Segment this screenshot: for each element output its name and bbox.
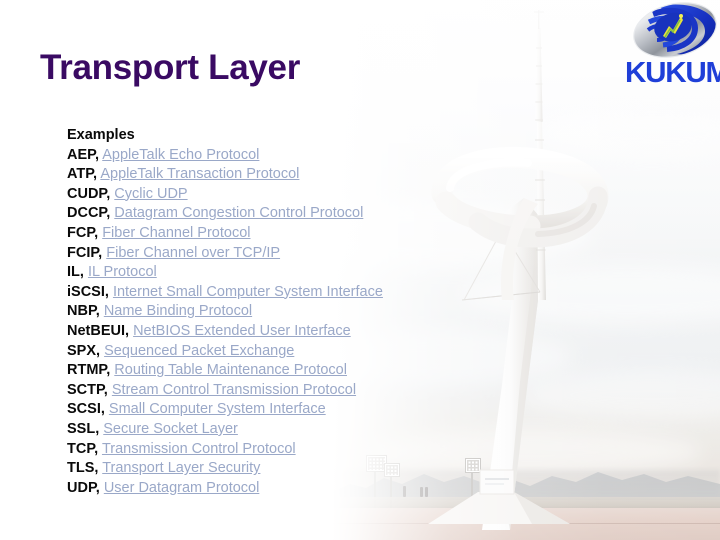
kukum-globe-swoosh-emblem <box>633 2 717 58</box>
kukum-logo: KUKUM <box>625 2 720 98</box>
protocol-abbreviation: SPX, <box>67 342 101 359</box>
protocol-expansion-link[interactable]: IL Protocol <box>88 264 157 280</box>
protocol-abbreviation: RTMP, <box>67 362 111 379</box>
protocol-expansion-link[interactable]: Small Computer System Interface <box>109 401 326 417</box>
protocol-entry: CUDP, Cyclic UDP <box>67 185 447 205</box>
protocol-abbreviation: FCP, <box>67 224 99 241</box>
page-title: Transport Layer <box>40 48 301 87</box>
protocol-entry: RTMP, Routing Table Maintenance Protocol <box>67 361 447 381</box>
protocol-expansion-link[interactable]: Internet Small Computer System Interface <box>113 284 383 300</box>
protocol-expansion-link[interactable]: NetBIOS Extended User Interface <box>133 323 351 339</box>
protocol-abbreviation: SCSI, <box>67 401 105 418</box>
protocol-expansion-link[interactable]: AppleTalk Transaction Protocol <box>100 166 299 182</box>
protocol-expansion-link[interactable]: Stream Control Transmission Protocol <box>112 382 356 398</box>
protocol-expansion-link[interactable]: AppleTalk Echo Protocol <box>102 147 259 163</box>
protocol-abbreviation: TCP, <box>67 440 99 457</box>
protocol-entry: SSL, Secure Socket Layer <box>67 420 447 440</box>
examples-list: Examples AEP, AppleTalk Echo Protocol ATP… <box>67 126 447 498</box>
protocol-entry: NBP, Name Binding Protocol <box>67 302 447 322</box>
protocol-abbreviation: NBP, <box>67 303 100 320</box>
protocol-entry: TLS, Transport Layer Security <box>67 459 447 479</box>
protocol-expansion-link[interactable]: Transmission Control Protocol <box>102 441 296 457</box>
protocol-abbreviation: TLS, <box>67 460 99 477</box>
presentation-slide: Transport Layer Examples AEP, AppleTalk … <box>0 0 720 540</box>
protocol-entry: FCP, Fiber Channel Protocol <box>67 224 447 244</box>
protocol-abbreviation: NetBEUI, <box>67 322 130 339</box>
examples-heading: Examples <box>67 127 135 143</box>
protocol-abbreviation: iSCSI, <box>67 283 109 300</box>
protocol-entry: SCTP, Stream Control Transmission Protoc… <box>67 381 447 401</box>
protocol-entry: NetBEUI, NetBIOS Extended User Interface <box>67 322 447 342</box>
protocol-abbreviation: ATP, <box>67 166 98 183</box>
protocol-abbreviation: SSL, <box>67 420 100 437</box>
protocol-entry: SPX, Sequenced Packet Exchange <box>67 342 447 362</box>
protocol-expansion-link[interactable]: Transport Layer Security <box>102 460 260 476</box>
protocol-abbreviation: CUDP, <box>67 185 111 202</box>
protocol-entry: ATP, AppleTalk Transaction Protocol <box>67 165 447 185</box>
protocol-abbreviation: DCCP, <box>67 205 111 222</box>
protocol-abbreviation: FCIP, <box>67 244 103 261</box>
protocol-abbreviation: AEP, <box>67 146 99 163</box>
protocol-expansion-link[interactable]: Fiber Channel over TCP/IP <box>106 245 280 261</box>
protocol-entry: DCCP, Datagram Congestion Control Protoc… <box>67 204 447 224</box>
protocol-entry: SCSI, Small Computer System Interface <box>67 400 447 420</box>
protocol-entry: IL, IL Protocol <box>67 263 447 283</box>
protocol-entry: TCP, Transmission Control Protocol <box>67 440 447 460</box>
protocol-entry: FCIP, Fiber Channel over TCP/IP <box>67 244 447 264</box>
protocol-expansion-link[interactable]: Datagram Congestion Control Protocol <box>114 205 363 221</box>
protocol-abbreviation: UDP, <box>67 479 100 496</box>
protocol-entry: iSCSI, Internet Small Computer System In… <box>67 283 447 303</box>
protocol-entries: AEP, AppleTalk Echo Protocol ATP, AppleTa… <box>67 146 447 499</box>
kukum-wordmark: KUKUM <box>625 57 720 89</box>
protocol-expansion-link[interactable]: Fiber Channel Protocol <box>102 225 250 241</box>
protocol-entry: UDP, User Datagram Protocol <box>67 479 447 499</box>
protocol-expansion-link[interactable]: Routing Table Maintenance Protocol <box>114 362 347 378</box>
protocol-expansion-link[interactable]: User Datagram Protocol <box>104 480 260 496</box>
protocol-expansion-link[interactable]: Sequenced Packet Exchange <box>104 343 294 359</box>
protocol-expansion-link[interactable]: Name Binding Protocol <box>104 303 252 319</box>
protocol-expansion-link[interactable]: Secure Socket Layer <box>103 421 238 437</box>
protocol-expansion-link[interactable]: Cyclic UDP <box>114 186 187 202</box>
protocol-entry: AEP, AppleTalk Echo Protocol <box>67 146 447 166</box>
protocol-abbreviation: SCTP, <box>67 381 108 398</box>
protocol-abbreviation: IL, <box>67 264 84 281</box>
